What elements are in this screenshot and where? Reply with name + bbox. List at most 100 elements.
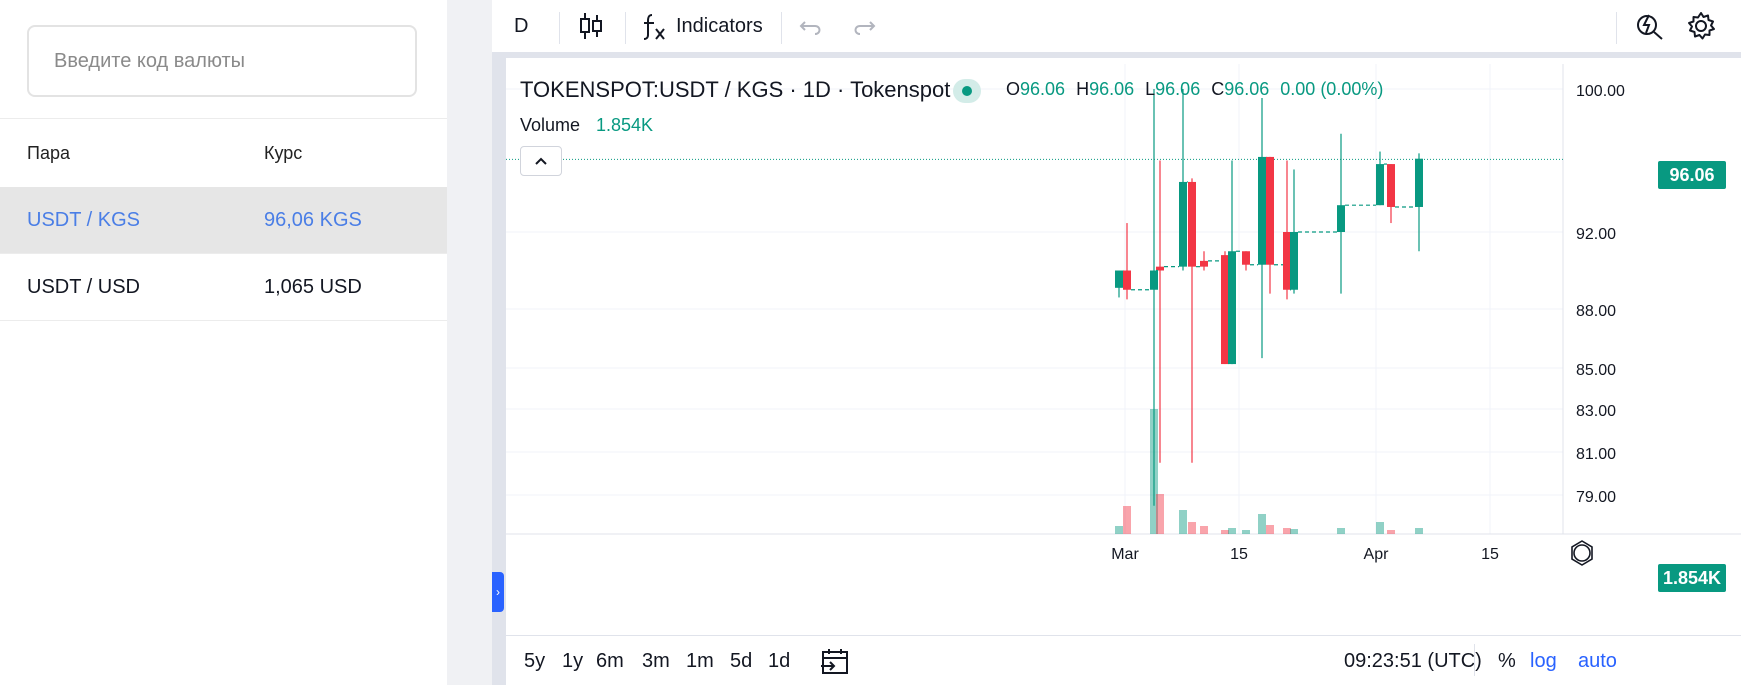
list-item-usdt-kgs[interactable]: USDT / KGS 96,06 KGS <box>0 187 447 254</box>
volume-bar <box>1123 506 1131 534</box>
market-status-dot[interactable] <box>953 79 981 103</box>
redo-icon[interactable] <box>850 0 876 52</box>
range-1d[interactable]: 1d <box>768 650 790 673</box>
close-value: 96.06 <box>1224 79 1270 99</box>
volume-bar <box>1290 529 1298 534</box>
candle-body <box>1376 164 1384 206</box>
candle-body <box>1266 156 1274 265</box>
candle-body <box>1228 251 1236 365</box>
price-chart[interactable]: 100.00 92.00 88.00 85.00 83.00 81.00 79.00 Mar 1… <box>506 64 1741 635</box>
currency-search-input[interactable] <box>29 27 415 95</box>
candle-body <box>1200 260 1208 267</box>
volume-bar <box>1283 528 1291 534</box>
chart-bottom-bar: 5y 1y 6m 3m 1m 5d 1d 09:23:51 (UTC) % lo… <box>506 635 1741 685</box>
range-6m[interactable]: 6m <box>596 650 624 673</box>
utc-clock[interactable]: 09:23:51 (UTC) <box>1344 650 1482 673</box>
price-tick-label: 100.00 <box>1576 83 1625 100</box>
candle-body <box>1115 270 1123 288</box>
gear-icon[interactable] <box>1685 0 1717 52</box>
page: Пара Курс USDT / KGS 96,06 KGS USDT / US… <box>0 0 1741 685</box>
candle-body <box>1242 251 1250 265</box>
volume-bar <box>1376 522 1384 534</box>
list-header: Пара Курс <box>0 119 447 187</box>
range-1y[interactable]: 1y <box>562 650 583 673</box>
candle-body <box>1258 156 1266 265</box>
volume-bar <box>1258 514 1266 534</box>
volume-bar <box>1415 528 1423 534</box>
time-tick-label: 15 <box>1481 546 1499 563</box>
high-value: 96.06 <box>1089 79 1135 99</box>
quick-search-icon[interactable] <box>1635 0 1665 52</box>
search-box[interactable] <box>27 25 417 97</box>
volume-bar <box>1156 494 1164 534</box>
pair-label: USDT / KGS <box>27 209 140 231</box>
high-key: H <box>1076 79 1090 99</box>
volume-bar <box>1337 528 1345 534</box>
undo-icon[interactable] <box>799 0 825 52</box>
auto-toggle[interactable]: auto <box>1578 650 1617 673</box>
rate-value: 96,06 KGS <box>264 209 362 231</box>
log-toggle[interactable]: log <box>1530 650 1557 673</box>
symbol-title[interactable]: TOKENSPOT:USDT / KGS · 1D · Tokenspot <box>520 77 950 103</box>
change-value: 0.00 (0.00%) <box>1280 79 1384 99</box>
open-value: 96.06 <box>1020 79 1066 99</box>
ohlc-values: O96.06 H96.06 L96.06 C96.06 0.00 (0.00%) <box>1006 79 1383 100</box>
volume-value: 1.854K <box>596 115 654 135</box>
collapse-legend-button[interactable] <box>520 146 562 176</box>
candle-body <box>1290 232 1298 290</box>
time-tick-label: Mar <box>1111 546 1139 563</box>
chart-widget: D Indicators 100.00 92.00 88.00 85.00 83… <box>492 0 1741 685</box>
time-tick-label: 15 <box>1230 546 1248 563</box>
volume-bar <box>1115 526 1123 534</box>
interval-label: D <box>514 14 529 37</box>
price-tick-label: 92.00 <box>1576 226 1616 243</box>
column-header-pair: Пара <box>27 143 70 163</box>
range-5y[interactable]: 5y <box>524 650 545 673</box>
candles-icon[interactable] <box>578 0 604 52</box>
column-header-rate: Курс <box>264 143 303 163</box>
volume-bar <box>1200 526 1208 534</box>
volume-bar <box>1179 510 1187 534</box>
indicators-label: Indicators <box>676 14 763 37</box>
last-price-badge: 96.06 <box>1658 161 1726 189</box>
close-key: C <box>1211 79 1225 99</box>
currency-panel: Пара Курс USDT / KGS 96,06 KGS USDT / US… <box>0 0 447 685</box>
price-tick-label: 85.00 <box>1576 362 1616 379</box>
low-value: 96.06 <box>1155 79 1201 99</box>
low-key: L <box>1145 79 1156 99</box>
indicators-button[interactable]: Indicators <box>642 0 763 52</box>
toolbar-divider <box>1616 12 1617 44</box>
volume-bar <box>1188 522 1196 534</box>
interval-button[interactable]: D <box>514 0 528 52</box>
candle-body <box>1337 205 1345 232</box>
chevron-up-icon <box>535 157 547 165</box>
time-tick-label: Apr <box>1364 546 1390 563</box>
range-1m[interactable]: 1m <box>686 650 714 673</box>
pair-label: USDT / USD <box>27 276 140 298</box>
calendar-goto-icon[interactable] <box>820 647 850 681</box>
fx-icon <box>642 11 666 41</box>
chart-toolbar: D Indicators <box>492 0 1741 58</box>
range-5d[interactable]: 5d <box>730 650 752 673</box>
candle-body <box>1179 181 1187 267</box>
candle-body <box>1150 270 1158 290</box>
candle-body <box>1221 255 1229 365</box>
volume-label: Volume <box>520 115 581 135</box>
list-item-usdt-usd[interactable]: USDT / USD 1,065 USD <box>0 254 447 321</box>
candle-body <box>1283 232 1291 290</box>
toolbar-divider <box>625 12 626 44</box>
bottom-divider <box>1474 644 1475 676</box>
percent-toggle[interactable]: % <box>1498 650 1516 673</box>
volume-bar <box>1228 528 1236 534</box>
price-tick-label: 88.00 <box>1576 303 1616 320</box>
price-tick-label: 83.00 <box>1576 403 1616 420</box>
range-3m[interactable]: 3m <box>642 650 670 673</box>
volume-bar <box>1387 530 1395 534</box>
price-tick-label: 81.00 <box>1576 446 1616 463</box>
expand-sidebar-tab[interactable]: › <box>492 572 504 612</box>
candle-body <box>1387 164 1395 207</box>
candle-body <box>1188 181 1196 267</box>
volume-bar <box>1242 530 1250 534</box>
price-tick-label: 79.00 <box>1576 489 1616 506</box>
last-volume-badge: 1.854K <box>1658 564 1726 592</box>
